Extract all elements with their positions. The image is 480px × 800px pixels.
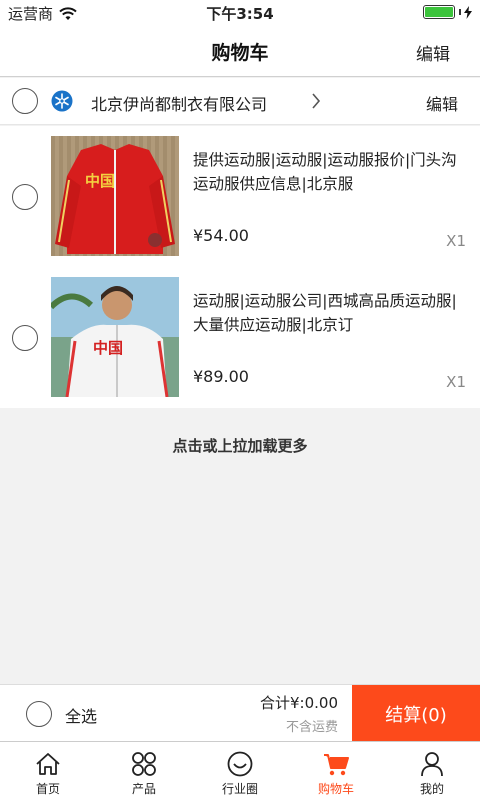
nav-bar: 购物车 编辑 bbox=[0, 24, 480, 77]
item-quantity: X1 bbox=[446, 373, 466, 391]
status-bar: 运营商 下午3:54 bbox=[0, 0, 480, 24]
shop-select-radio[interactable] bbox=[12, 88, 38, 114]
item-title[interactable]: 运动服|运动服公司|西城高品质运动服|大量供应运动服|北京订 bbox=[193, 289, 468, 337]
tab-label: 我的 bbox=[419, 782, 444, 796]
product-image[interactable]: 中国 bbox=[51, 136, 179, 256]
item-select-radio[interactable] bbox=[12, 325, 38, 351]
cart-item-list: 中国 提供运动服|运动服|运动服报价|门头沟运动服供应信息|北京服 ¥54.00… bbox=[0, 126, 480, 408]
select-all-label[interactable]: 全选 bbox=[65, 703, 97, 727]
page-title: 购物车 bbox=[211, 42, 269, 64]
svg-text:中国: 中国 bbox=[85, 172, 115, 190]
checkout-button[interactable]: 结算(0) bbox=[352, 685, 480, 742]
load-more-link[interactable]: 点击或上拉加载更多 bbox=[0, 435, 480, 456]
item-select-radio[interactable] bbox=[12, 184, 38, 210]
select-all-radio[interactable] bbox=[26, 701, 52, 727]
chevron-right-icon[interactable] bbox=[311, 93, 321, 109]
cart-icon bbox=[324, 754, 349, 776]
tab-bar: 首页 产品 行业圈 购物车 我的 bbox=[0, 741, 480, 800]
status-time: 下午3:54 bbox=[206, 5, 274, 23]
user-icon bbox=[421, 752, 443, 777]
shop-snowflake-icon bbox=[51, 90, 73, 112]
charging-icon bbox=[464, 5, 472, 19]
tab-label: 行业圈 bbox=[221, 782, 258, 796]
product-image[interactable]: 中国 bbox=[51, 277, 179, 397]
smiley-icon bbox=[227, 751, 253, 777]
shop-name[interactable]: 北京伊尚都制衣有限公司 bbox=[91, 91, 267, 115]
tab-me[interactable]: 我的 bbox=[384, 742, 480, 800]
shipping-note: 不含运费 bbox=[285, 720, 338, 735]
item-title[interactable]: 提供运动服|运动服|运动服报价|门头沟运动服供应信息|北京服 bbox=[193, 148, 468, 196]
tab-cart[interactable]: 购物车 bbox=[288, 742, 384, 800]
tab-label: 产品 bbox=[131, 782, 156, 796]
tab-home[interactable]: 首页 bbox=[0, 742, 96, 800]
item-quantity: X1 bbox=[446, 232, 466, 250]
total-amount: 合计¥:0.00 bbox=[260, 694, 338, 712]
checkout-bar: 全选 合计¥:0.00 不含运费 结算(0) bbox=[0, 684, 480, 742]
grid-icon bbox=[132, 752, 156, 776]
tab-label: 购物车 bbox=[317, 782, 354, 796]
home-icon bbox=[36, 753, 60, 775]
cart-item[interactable]: 中国 运动服|运动服公司|西城高品质运动服|大量供应运动服|北京订 ¥89.00… bbox=[0, 267, 480, 408]
edit-button[interactable]: 编辑 bbox=[416, 40, 450, 65]
tab-products[interactable]: 产品 bbox=[96, 742, 192, 800]
battery-icon bbox=[423, 5, 455, 19]
tab-industry-circle[interactable]: 行业圈 bbox=[192, 742, 288, 800]
item-price: ¥54.00 bbox=[193, 226, 249, 245]
cart-item[interactable]: 中国 提供运动服|运动服|运动服报价|门头沟运动服供应信息|北京服 ¥54.00… bbox=[0, 126, 480, 267]
tab-label: 首页 bbox=[35, 782, 60, 796]
shop-header: 北京伊尚都制衣有限公司 编辑 bbox=[0, 78, 480, 125]
shop-edit-button[interactable]: 编辑 bbox=[426, 91, 458, 115]
item-price: ¥89.00 bbox=[193, 367, 249, 386]
svg-text:中国: 中国 bbox=[93, 339, 123, 357]
